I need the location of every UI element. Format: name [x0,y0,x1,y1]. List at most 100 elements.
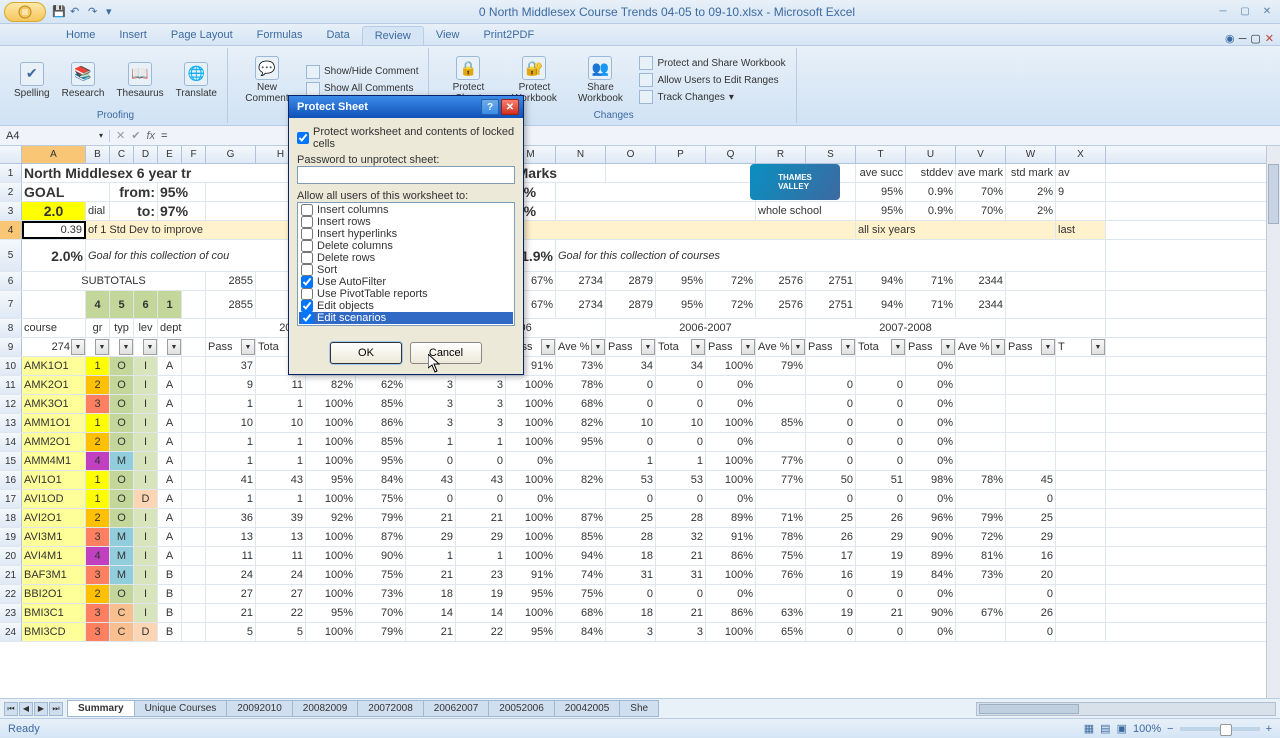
cell-Q7[interactable]: 72% [706,291,756,318]
cell-B4[interactable]: of 1 Std Dev to improve [86,221,306,239]
perm-edit-objects[interactable]: Edit objects [299,300,513,312]
doc-close-icon[interactable]: ✕ [1265,32,1274,45]
cell-W24[interactable]: 0 [1006,623,1056,641]
cell-T16[interactable]: 51 [856,471,906,489]
cell-P16[interactable]: 53 [656,471,706,489]
cell-V3[interactable]: 70% [956,202,1006,220]
allow-edit-ranges-button[interactable]: Allow Users to Edit Ranges [635,72,789,88]
cell-P17[interactable]: 0 [656,490,706,508]
cell-U17[interactable]: 0% [906,490,956,508]
cell-W16[interactable]: 45 [1006,471,1056,489]
sheet-nav-next[interactable]: ▶ [34,702,48,716]
cell-H19[interactable]: 13 [256,528,306,546]
sheet-tab-unique courses[interactable]: Unique Courses [134,700,228,717]
cell-S24[interactable]: 0 [806,623,856,641]
cell-P7[interactable]: 95% [656,291,706,318]
protect-share-button[interactable]: Protect and Share Workbook [635,55,789,71]
cell-W12[interactable] [1006,395,1056,413]
filter-dropdown-icon[interactable]: ▼ [741,339,755,355]
cell-X10[interactable] [1056,357,1106,375]
cell-S14[interactable]: 0 [806,433,856,451]
perm-edit-scenarios[interactable]: Edit scenarios [299,312,513,324]
col-header-U[interactable]: U [906,146,956,163]
perm-use-autofilter[interactable]: Use AutoFilter [299,276,513,288]
minimize-button[interactable]: ─ [1214,4,1232,20]
cell-X1[interactable]: av [1056,164,1106,182]
cell-course-17[interactable]: AVI1OD [22,490,86,508]
cell-E2[interactable]: 95% [158,183,206,201]
cell-N24[interactable]: 84% [556,623,606,641]
cell-I24[interactable]: 100% [306,623,356,641]
cell-P23[interactable]: 21 [656,604,706,622]
cell-H24[interactable]: 5 [256,623,306,641]
filter-dropdown-icon[interactable]: ▼ [119,339,133,355]
cell-T24[interactable]: 0 [856,623,906,641]
cell-W21[interactable]: 20 [1006,566,1056,584]
cell-E8[interactable]: dept [158,319,206,337]
cell-R19[interactable]: 78% [756,528,806,546]
cell-T11[interactable]: 0 [856,376,906,394]
cell-K17[interactable]: 0 [406,490,456,508]
cell-O11[interactable]: 0 [606,376,656,394]
sheet-tab-20062007[interactable]: 20062007 [423,700,490,717]
cell-K14[interactable]: 1 [406,433,456,451]
cell-typ-13[interactable]: O [110,414,134,432]
cell-N17[interactable] [556,490,606,508]
row-header-16[interactable]: 16 [0,471,22,489]
row-header-13[interactable]: 13 [0,414,22,432]
cell-F14[interactable] [182,433,206,451]
cell-N15[interactable] [556,452,606,470]
cell-dept-13[interactable]: A [158,414,182,432]
permissions-list[interactable]: Insert columnsInsert rowsInsert hyperlin… [297,202,515,326]
cell-N13[interactable]: 82% [556,414,606,432]
cell-Q22[interactable]: 0% [706,585,756,603]
cell-Q20[interactable]: 86% [706,547,756,565]
cell-J23[interactable]: 70% [356,604,406,622]
cell-G16[interactable]: 41 [206,471,256,489]
cell-F22[interactable] [182,585,206,603]
cell-R10[interactable]: 79% [756,357,806,375]
cell-U20[interactable]: 89% [906,547,956,565]
row-header-8[interactable]: 8 [0,319,22,337]
cell-W19[interactable]: 29 [1006,528,1056,546]
cell-G12[interactable]: 1 [206,395,256,413]
cell-course-24[interactable]: BMI3CD [22,623,86,641]
cell-V2[interactable]: 70% [956,183,1006,201]
cell-typ-10[interactable]: O [110,357,134,375]
cell-M16[interactable]: 100% [506,471,556,489]
translate-button[interactable]: 🌐Translate [172,60,221,101]
cell-lev-24[interactable]: D [134,623,158,641]
cell-N9[interactable]: Ave %▼ [556,338,606,356]
tab-print2pdf[interactable]: Print2PDF [471,26,546,45]
cell-W9[interactable]: Pass▼ [1006,338,1056,356]
cell-V18[interactable]: 79% [956,509,1006,527]
cell-A4[interactable]: 0.39 [22,221,86,239]
col-header-W[interactable]: W [1006,146,1056,163]
cell-Q18[interactable]: 89% [706,509,756,527]
row-header-15[interactable]: 15 [0,452,22,470]
cell-lev-16[interactable]: I [134,471,158,489]
cell-gr-21[interactable]: 3 [86,566,110,584]
cell-X24[interactable] [1056,623,1106,641]
cell-S17[interactable]: 0 [806,490,856,508]
row-header-4[interactable]: 4 [0,221,22,239]
cell-O15[interactable]: 1 [606,452,656,470]
protect-worksheet-checkbox[interactable]: Protect worksheet and contents of locked… [297,126,515,150]
cell-O14[interactable]: 0 [606,433,656,451]
cell-N22[interactable]: 75% [556,585,606,603]
cell-K15[interactable]: 0 [406,452,456,470]
cell-V15[interactable] [956,452,1006,470]
cell-M21[interactable]: 91% [506,566,556,584]
cell-E3[interactable]: 97% [158,202,206,220]
cell-T6[interactable]: 94% [856,272,906,290]
cell-X9[interactable]: T▼ [1056,338,1106,356]
cell-M11[interactable]: 100% [506,376,556,394]
confirm-edit-icon[interactable]: ✔ [131,129,140,142]
vertical-scrollbar[interactable] [1266,146,1280,698]
cell-I20[interactable]: 100% [306,547,356,565]
col-header-P[interactable]: P [656,146,706,163]
cell-U6[interactable]: 71% [906,272,956,290]
cell-dept-15[interactable]: A [158,452,182,470]
cell-S10[interactable] [806,357,856,375]
filter-dropdown-icon[interactable]: ▼ [241,339,255,355]
